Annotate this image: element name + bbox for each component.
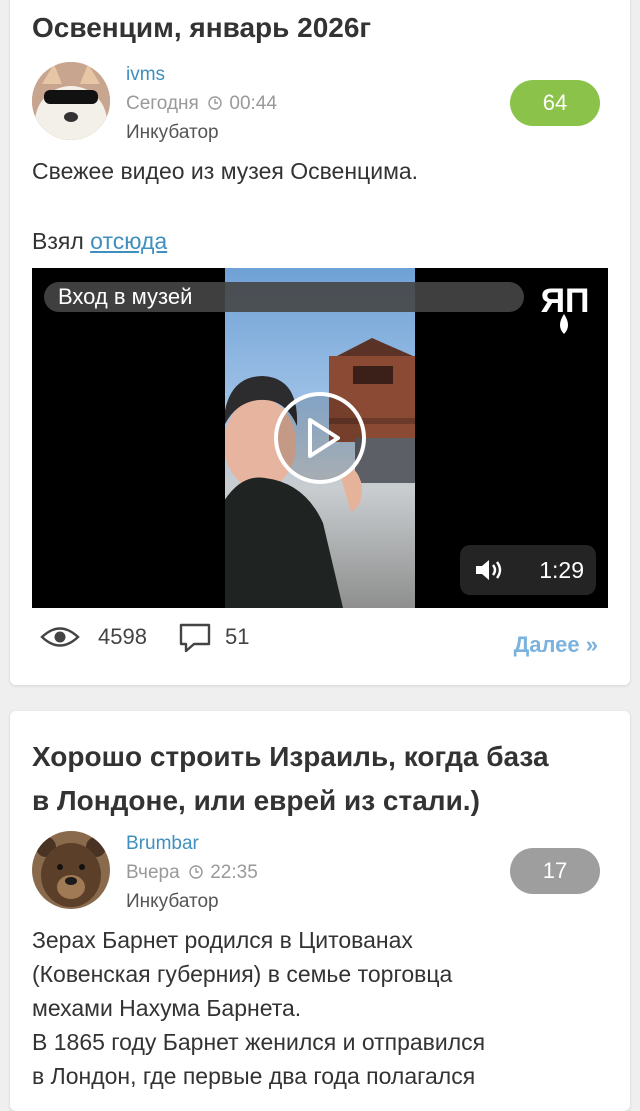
- logo-text: ЯП: [541, 282, 590, 320]
- source-link[interactable]: отсюда: [90, 228, 167, 254]
- read-more-link[interactable]: Далее »: [514, 632, 598, 658]
- post-card: Хорошо строить Израиль, когда база в Лон…: [10, 711, 630, 1111]
- post-date: Сегодня 00:44: [126, 89, 277, 118]
- date-label: Сегодня: [126, 93, 199, 114]
- comment-icon[interactable]: [178, 622, 212, 654]
- author-name[interactable]: Brumbar: [126, 829, 258, 858]
- date-label: Вчера: [126, 862, 180, 883]
- avatar[interactable]: [32, 831, 110, 909]
- post-title[interactable]: Освенцим, январь 2026г: [32, 6, 608, 50]
- views-count: 4598: [98, 624, 147, 649]
- volume-icon[interactable]: [474, 558, 506, 582]
- post-title-line: Хорошо строить Израиль, когда база: [32, 741, 549, 772]
- post-source-line: Взял отсюда: [32, 224, 608, 258]
- avatar[interactable]: [32, 62, 110, 140]
- rubric-label[interactable]: Инкубатор: [126, 118, 277, 147]
- post-card: Освенцим, январь 2026г ivms Сегодня 00:4…: [10, 0, 630, 685]
- post-text-line: Зерах Барнет родился в Цитованах: [32, 927, 413, 953]
- post-text-line: В 1865 году Барнет женился и отправился: [32, 1029, 486, 1055]
- video-duration: 1:29: [539, 557, 584, 583]
- clock-icon: [189, 865, 203, 879]
- post-date: Вчера 22:35: [126, 858, 258, 887]
- post-meta: ivms Сегодня 00:44 Инкубатор: [126, 60, 277, 147]
- rating-badge[interactable]: 64: [510, 80, 600, 126]
- author-name[interactable]: ivms: [126, 60, 277, 89]
- video-title: Вход в музей: [44, 282, 524, 312]
- rating-badge[interactable]: 17: [510, 848, 600, 894]
- source-prefix: Взял: [32, 228, 84, 254]
- comments-count[interactable]: 51: [225, 622, 249, 652]
- video-controls: 1:29: [460, 545, 596, 595]
- yap-logo: ЯП: [534, 278, 596, 336]
- post-text-line: Свежее видео из музея Освенцима.: [32, 158, 419, 184]
- post-text-line: (Ковенская губерния) в семье торговца: [32, 961, 453, 987]
- eye-icon: [40, 627, 80, 647]
- post-text-line: в Лондон, где первые два года полагался: [32, 1063, 476, 1089]
- rubric-label[interactable]: Инкубатор: [126, 887, 258, 916]
- post-title[interactable]: Хорошо строить Израиль, когда база в Лон…: [32, 735, 608, 823]
- post-text-line: мехами Нахума Барнета.: [32, 995, 302, 1021]
- play-button[interactable]: [272, 390, 368, 486]
- post-text: Зерах Барнет родился в Цитованах (Ковенс…: [32, 923, 608, 1093]
- post-time: 22:35: [210, 862, 258, 883]
- clock-icon: [208, 96, 222, 110]
- post-title-line: в Лондоне, или еврей из стали.): [32, 785, 480, 816]
- post-meta: Brumbar Вчера 22:35 Инкубатор: [126, 829, 258, 916]
- post-time: 00:44: [229, 93, 277, 114]
- play-icon: [274, 392, 366, 484]
- video-player[interactable]: Вход в музей ЯП 1:29: [32, 268, 608, 608]
